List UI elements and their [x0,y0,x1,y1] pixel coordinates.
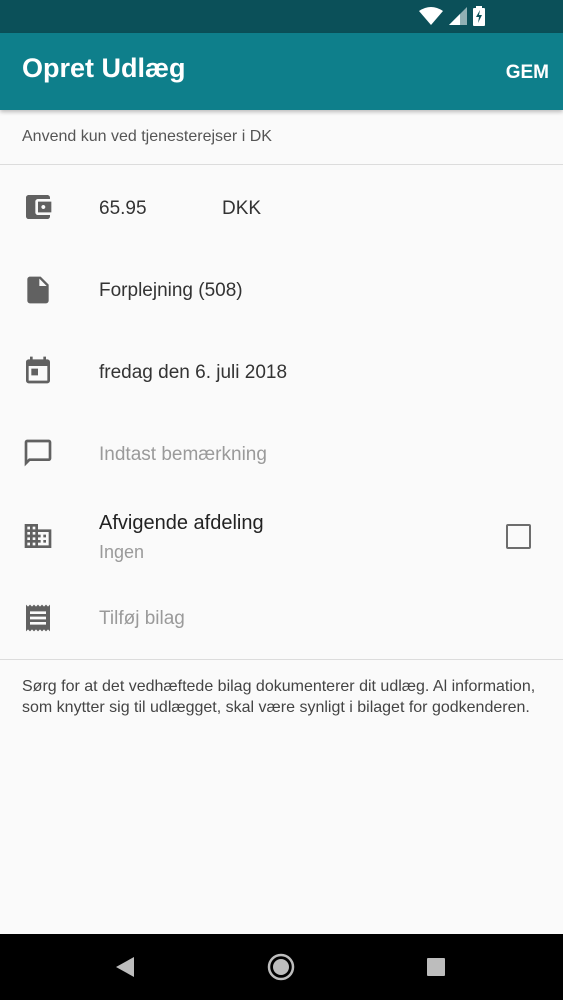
attachment-button[interactable]: Tilføj bilag [99,608,185,630]
wifi-icon [419,7,443,25]
file-icon [27,276,49,304]
navigation-bar [0,934,563,1000]
currency-label[interactable]: DKK [222,198,261,220]
divider [0,659,563,660]
amount-row[interactable]: 65.95 DKK [0,180,563,236]
comment-input[interactable]: Indtast bemærkning [99,444,267,466]
department-title: Afvigende afdeling [99,512,264,534]
wallet-icon [26,195,52,219]
date-row[interactable]: fredag den 6. juli 2018 [0,344,563,400]
status-icons [419,5,485,27]
status-bar [0,0,563,33]
building-icon [24,524,52,548]
calendar-icon [26,356,50,384]
department-checkbox[interactable] [506,524,531,549]
page-title: Opret Udlæg [22,53,186,83]
attachment-note: Sørg for at det vedhæftede bilag dokumen… [22,678,536,716]
save-button[interactable]: GEM [506,62,549,84]
back-icon [116,957,134,977]
home-button[interactable] [266,952,296,982]
comment-icon [24,439,52,467]
battery-charging-icon [473,6,485,26]
back-button[interactable] [110,952,140,982]
comment-row[interactable]: Indtast bemærkning [0,426,563,482]
usage-notice: Anvend kun ved tjenesterejser i DK [22,128,272,145]
recents-button[interactable] [421,952,451,982]
category-value[interactable]: Forplejning (508) [99,280,243,302]
app-bar: Opret Udlæg GEM [0,33,563,110]
home-icon [267,953,295,981]
department-value: Ingen [99,542,145,562]
department-row[interactable]: Afvigende afdeling Ingen [0,508,563,568]
attachment-row[interactable]: Tilføj bilag [0,592,563,648]
amount-value[interactable]: 65.95 [99,198,147,220]
receipt-icon [26,604,50,632]
date-value[interactable]: fredag den 6. juli 2018 [99,362,287,384]
recents-icon [427,958,445,976]
category-row[interactable]: Forplejning (508) [0,262,563,318]
signal-icon [449,7,467,25]
divider [0,164,563,165]
